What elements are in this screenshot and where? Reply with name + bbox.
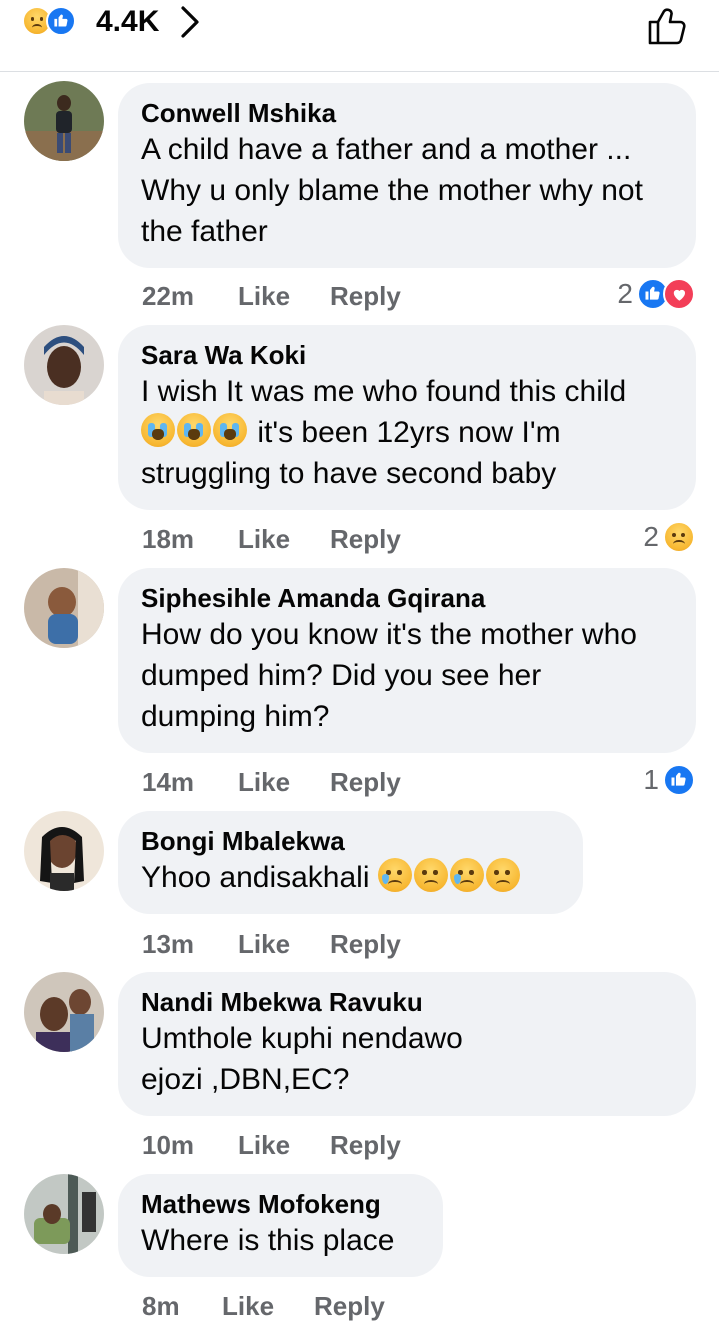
sad-tear-icon (449, 858, 484, 892)
avatar[interactable] (24, 972, 104, 1052)
comment-bubble[interactable]: Sara Wa Koki I wish It was me who found … (118, 325, 696, 510)
worried-icon (413, 858, 448, 892)
avatar[interactable] (24, 568, 104, 648)
comment-text-line: How do you know it's the mother who (141, 618, 637, 651)
crying-face-icon (213, 413, 247, 447)
crying-face-icon (177, 413, 211, 447)
comment-actions: 8m Like Reply (142, 1291, 385, 1322)
comment-author[interactable]: Sara Wa Koki (141, 339, 674, 371)
comment-text-line: Why u only blame the mother why not (141, 174, 643, 207)
avatar[interactable] (24, 81, 104, 161)
comment-text-line: struggling to have second baby (141, 457, 557, 490)
comment-actions: 14m Like Reply (142, 767, 401, 798)
reply-button[interactable]: Reply (330, 767, 401, 798)
like-button[interactable]: Like (238, 281, 330, 312)
thumbs-up-icon[interactable] (645, 2, 691, 48)
like-icon (663, 764, 695, 796)
comment-actions: 18m Like Reply (142, 524, 401, 555)
comment-actions: 10m Like Reply (142, 1130, 401, 1161)
sad-tear-icon (377, 858, 412, 892)
like-button[interactable]: Like (238, 1130, 330, 1161)
like-button[interactable]: Like (238, 929, 330, 960)
comment-reactions[interactable]: 2 (617, 278, 695, 310)
worried-icon (485, 858, 520, 892)
comment-author[interactable]: Mathews Mofokeng (141, 1188, 421, 1220)
comment-author[interactable]: Bongi Mbalekwa (141, 825, 561, 857)
reply-button[interactable]: Reply (330, 929, 401, 960)
reply-button[interactable]: Reply (330, 1130, 401, 1161)
comment-author[interactable]: Nandi Mbekwa Ravuku (141, 986, 674, 1018)
comment-time[interactable]: 14m (142, 767, 238, 798)
comment-text-line: it's been 12yrs now I'm (141, 412, 674, 453)
avatar[interactable] (24, 325, 104, 405)
comment-text-line: dumping him? (141, 700, 330, 733)
comment-bubble[interactable]: Conwell Mshika A child have a father and… (118, 83, 696, 268)
comment-text-fragment: Yhoo andisakhali (141, 861, 370, 894)
reaction-summary[interactable] (22, 6, 76, 36)
like-button[interactable]: Like (238, 767, 330, 798)
comment-author[interactable]: Conwell Mshika (141, 97, 674, 129)
comment-time[interactable]: 8m (142, 1291, 222, 1322)
reply-button[interactable]: Reply (330, 281, 401, 312)
comment-reactions[interactable]: 2 (643, 521, 695, 553)
reaction-count: 1 (643, 764, 659, 795)
chevron-right-icon[interactable] (176, 5, 204, 39)
comment-text-line: ejozi ,DBN,EC? (141, 1063, 350, 1096)
comment-text-line: Umthole kuphi nendawo (141, 1022, 463, 1055)
comment-time[interactable]: 22m (142, 281, 238, 312)
comment-author[interactable]: Siphesihle Amanda Gqirana (141, 582, 674, 614)
comment-bubble[interactable]: Siphesihle Amanda Gqirana How do you kno… (118, 568, 696, 753)
comment-text-line: the father (141, 215, 268, 248)
reaction-count: 2 (617, 278, 633, 309)
comment-time[interactable]: 10m (142, 1130, 238, 1161)
comment-bubble[interactable]: Bongi Mbalekwa Yhoo andisakhali (118, 811, 583, 914)
comment-text-line: Yhoo andisakhali (141, 857, 561, 898)
comment-time[interactable]: 13m (142, 929, 238, 960)
comment-bubble[interactable]: Nandi Mbekwa Ravuku Umthole kuphi nendaw… (118, 972, 696, 1116)
crying-face-icon (141, 413, 175, 447)
sad-icon (663, 521, 695, 553)
comment-actions: 22m Like Reply (142, 281, 401, 312)
avatar[interactable] (24, 811, 104, 891)
comment-bubble[interactable]: Mathews Mofokeng Where is this place (118, 1174, 443, 1277)
comment-text-line: A child have a father and a mother ... (141, 133, 632, 166)
reply-button[interactable]: Reply (314, 1291, 385, 1322)
like-icon (46, 6, 76, 36)
reaction-count[interactable]: 4.4K (96, 5, 159, 39)
reply-button[interactable]: Reply (330, 524, 401, 555)
comment-text-fragment: it's been 12yrs now I'm (257, 416, 561, 449)
like-button[interactable]: Like (238, 524, 330, 555)
comment-reactions[interactable]: 1 (643, 764, 695, 796)
comment-time[interactable]: 18m (142, 524, 238, 555)
comment-text-line: dumped him? Did you see her (141, 659, 542, 692)
comment-text-line: I wish It was me who found this child (141, 375, 627, 408)
love-icon (663, 278, 695, 310)
avatar[interactable] (24, 1174, 104, 1254)
like-button[interactable]: Like (222, 1291, 314, 1322)
comment-actions: 13m Like Reply (142, 929, 401, 960)
comment-text-line: Where is this place (141, 1224, 395, 1257)
reactions-header: 4.4K (0, 0, 719, 72)
reaction-count: 2 (643, 521, 659, 552)
